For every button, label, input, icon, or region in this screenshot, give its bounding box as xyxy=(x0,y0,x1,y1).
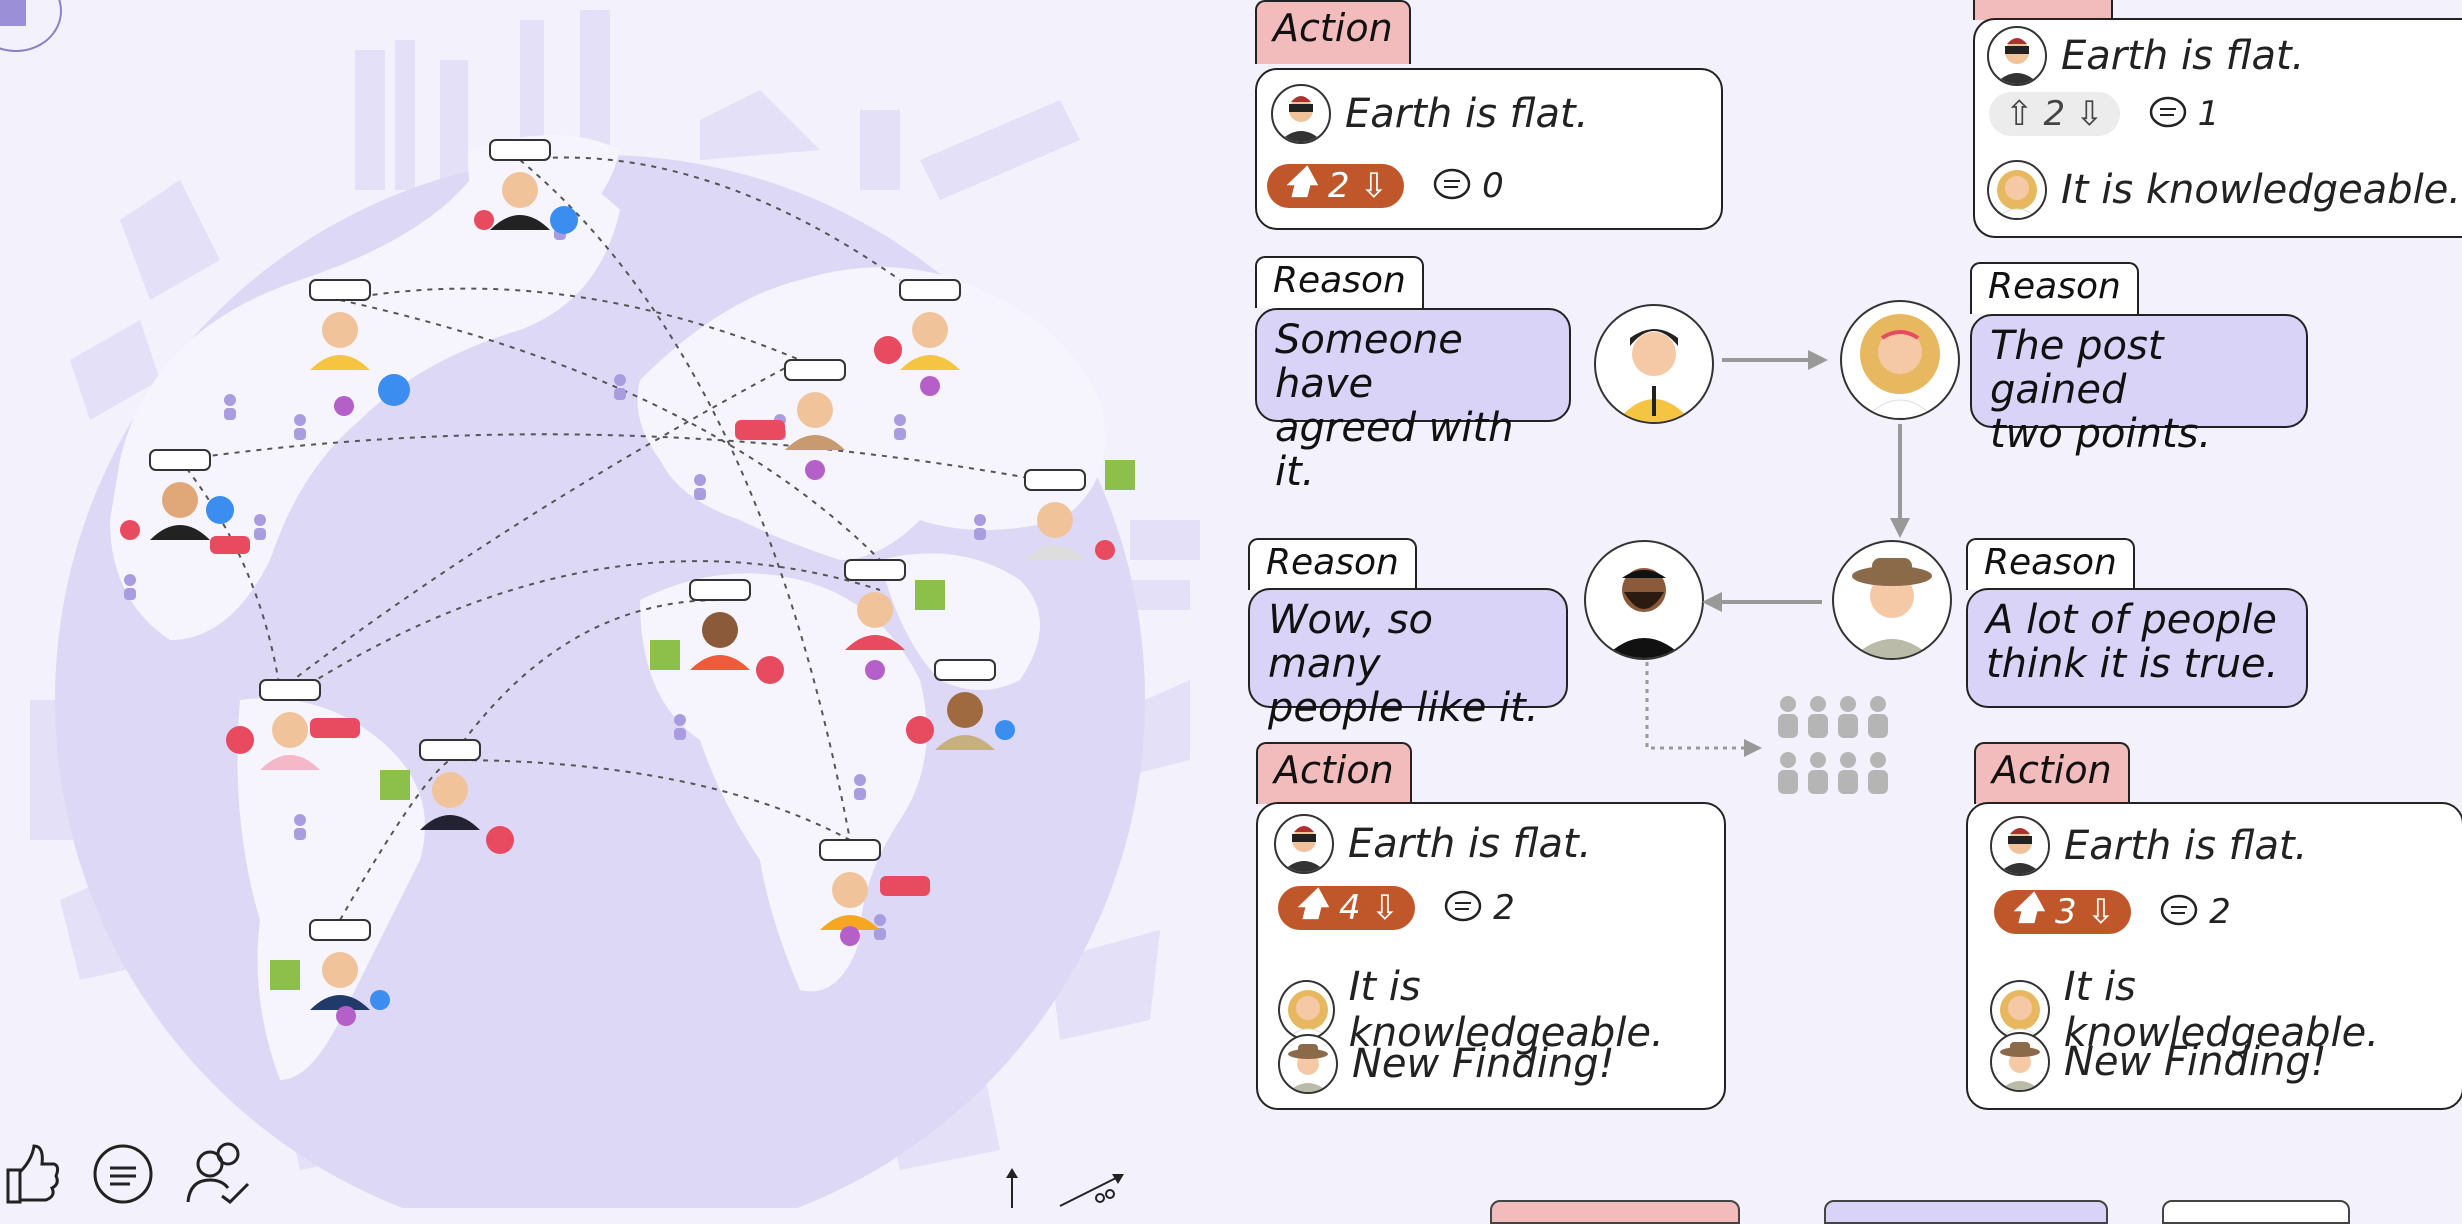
comment-count: 1 xyxy=(2197,94,2220,134)
reply-text: New Finding! xyxy=(2064,1039,2327,1085)
post-text: Earth is flat. xyxy=(2064,823,2308,869)
comment-count-widget[interactable]: 2 xyxy=(1443,888,1515,928)
action-tag-top-left: Action xyxy=(1255,0,1411,64)
vote-widget[interactable]: 🡅 3 ⇩ xyxy=(1994,888,2132,934)
vote-widget[interactable]: 🡅 2 ⇩ xyxy=(1267,162,1405,208)
action-tag-top-right xyxy=(1973,0,2113,20)
avatar-blonde-woman xyxy=(1990,980,2050,1040)
reason-tag-1: Reason xyxy=(1255,256,1424,308)
upvote-icon[interactable]: 🡅 xyxy=(2010,884,2045,941)
avatar-blonde-woman xyxy=(1987,160,2047,220)
upvote-icon[interactable]: 🡅 xyxy=(1294,880,1329,937)
comment-icon xyxy=(1433,168,1471,200)
avatar-explorer xyxy=(1278,1034,1338,1094)
action-tag-bottom-left: Action xyxy=(1256,742,1412,804)
trend-arrow-icon xyxy=(1006,1168,1124,1208)
downvote-icon[interactable]: ⇩ xyxy=(1360,166,1389,206)
crowd-icon xyxy=(1778,696,1888,794)
comment-icon xyxy=(2149,96,2186,128)
post-card-bottom-right: Earth is flat. 🡅 3 ⇩ 2 It is knowledgeab… xyxy=(1966,802,2462,1110)
vote-count: 2 xyxy=(2043,94,2066,134)
comment-count-widget[interactable]: 1 xyxy=(2148,94,2220,134)
reason-tag-2: Reason xyxy=(1970,262,2139,314)
avatar-explorer xyxy=(1990,1032,2050,1092)
downvote-icon[interactable]: ⇩ xyxy=(1371,888,1400,928)
comment-icon[interactable] xyxy=(90,1142,156,1208)
action-tag-bottom-right: Action xyxy=(1974,742,2130,804)
reason-tag-4: Reason xyxy=(1966,538,2135,590)
reason-bubble-4: A lot of people think it is true. xyxy=(1966,588,2308,708)
reply-text: New Finding! xyxy=(1352,1041,1615,1087)
avatar-flat-earther xyxy=(1990,816,2050,876)
avatar-flat-earther xyxy=(1274,814,1334,874)
downvote-icon[interactable]: ⇩ xyxy=(2087,892,2116,932)
vote-count: 3 xyxy=(2054,892,2077,932)
post-text: Earth is flat. xyxy=(2061,33,2305,79)
reason-bubble-1: Someone have agreed with it. xyxy=(1255,308,1571,494)
vote-count: 4 xyxy=(1338,888,1361,928)
upvote-icon[interactable]: ⇧ xyxy=(2005,94,2034,134)
avatar-flat-earther xyxy=(1271,84,1331,144)
social-globe-illustration xyxy=(30,10,1200,1208)
post-card-top-left: Earth is flat. 🡅 2 ⇩ 0 xyxy=(1255,68,1723,230)
downvote-icon[interactable]: ⇩ xyxy=(2075,94,2104,134)
comment-count: 0 xyxy=(1482,166,1504,206)
reason-bubble-3: Wow, so many people like it. xyxy=(1248,588,1568,730)
user-check-icon[interactable] xyxy=(182,1140,254,1208)
comment-count-widget[interactable]: 0 xyxy=(1432,166,1504,206)
post-text: Earth is flat. xyxy=(1345,91,1589,137)
thumbs-up-icon[interactable] xyxy=(0,1140,60,1208)
bottom-tab-action[interactable] xyxy=(1490,1200,1740,1224)
post-card-top-right: Earth is flat. ⇧ 2 ⇩ 1 It is knowledgeab… xyxy=(1973,18,2462,238)
vote-count: 2 xyxy=(1327,166,1350,206)
comment-icon xyxy=(1444,890,1482,922)
avatar-blonde-woman xyxy=(1278,980,1335,1040)
comment-count: 2 xyxy=(1493,888,1515,928)
vote-widget[interactable]: ⇧ 2 ⇩ xyxy=(1989,92,2120,136)
comment-icon xyxy=(2160,894,2198,926)
post-card-bottom-left: Earth is flat. 🡅 4 ⇩ 2 It is knowledgeab… xyxy=(1256,802,1726,1110)
reason-tag-3: Reason xyxy=(1248,538,1417,590)
vote-widget[interactable]: 🡅 4 ⇩ xyxy=(1278,884,1416,930)
upvote-icon[interactable]: 🡅 xyxy=(1283,158,1318,215)
corner-square-decoration xyxy=(0,0,26,26)
comment-count-widget[interactable]: 2 xyxy=(2159,892,2231,932)
reason-bubble-2: The post gained two points. xyxy=(1970,314,2308,456)
post-text: Earth is flat. xyxy=(1348,821,1592,867)
bottom-tab-other[interactable] xyxy=(2162,1200,2350,1224)
comment-count: 2 xyxy=(2209,892,2231,932)
bottom-tab-reason[interactable] xyxy=(1824,1200,2108,1224)
reply-text: It is knowledgeable. xyxy=(2061,167,2462,213)
avatar-flat-earther xyxy=(1987,26,2047,86)
